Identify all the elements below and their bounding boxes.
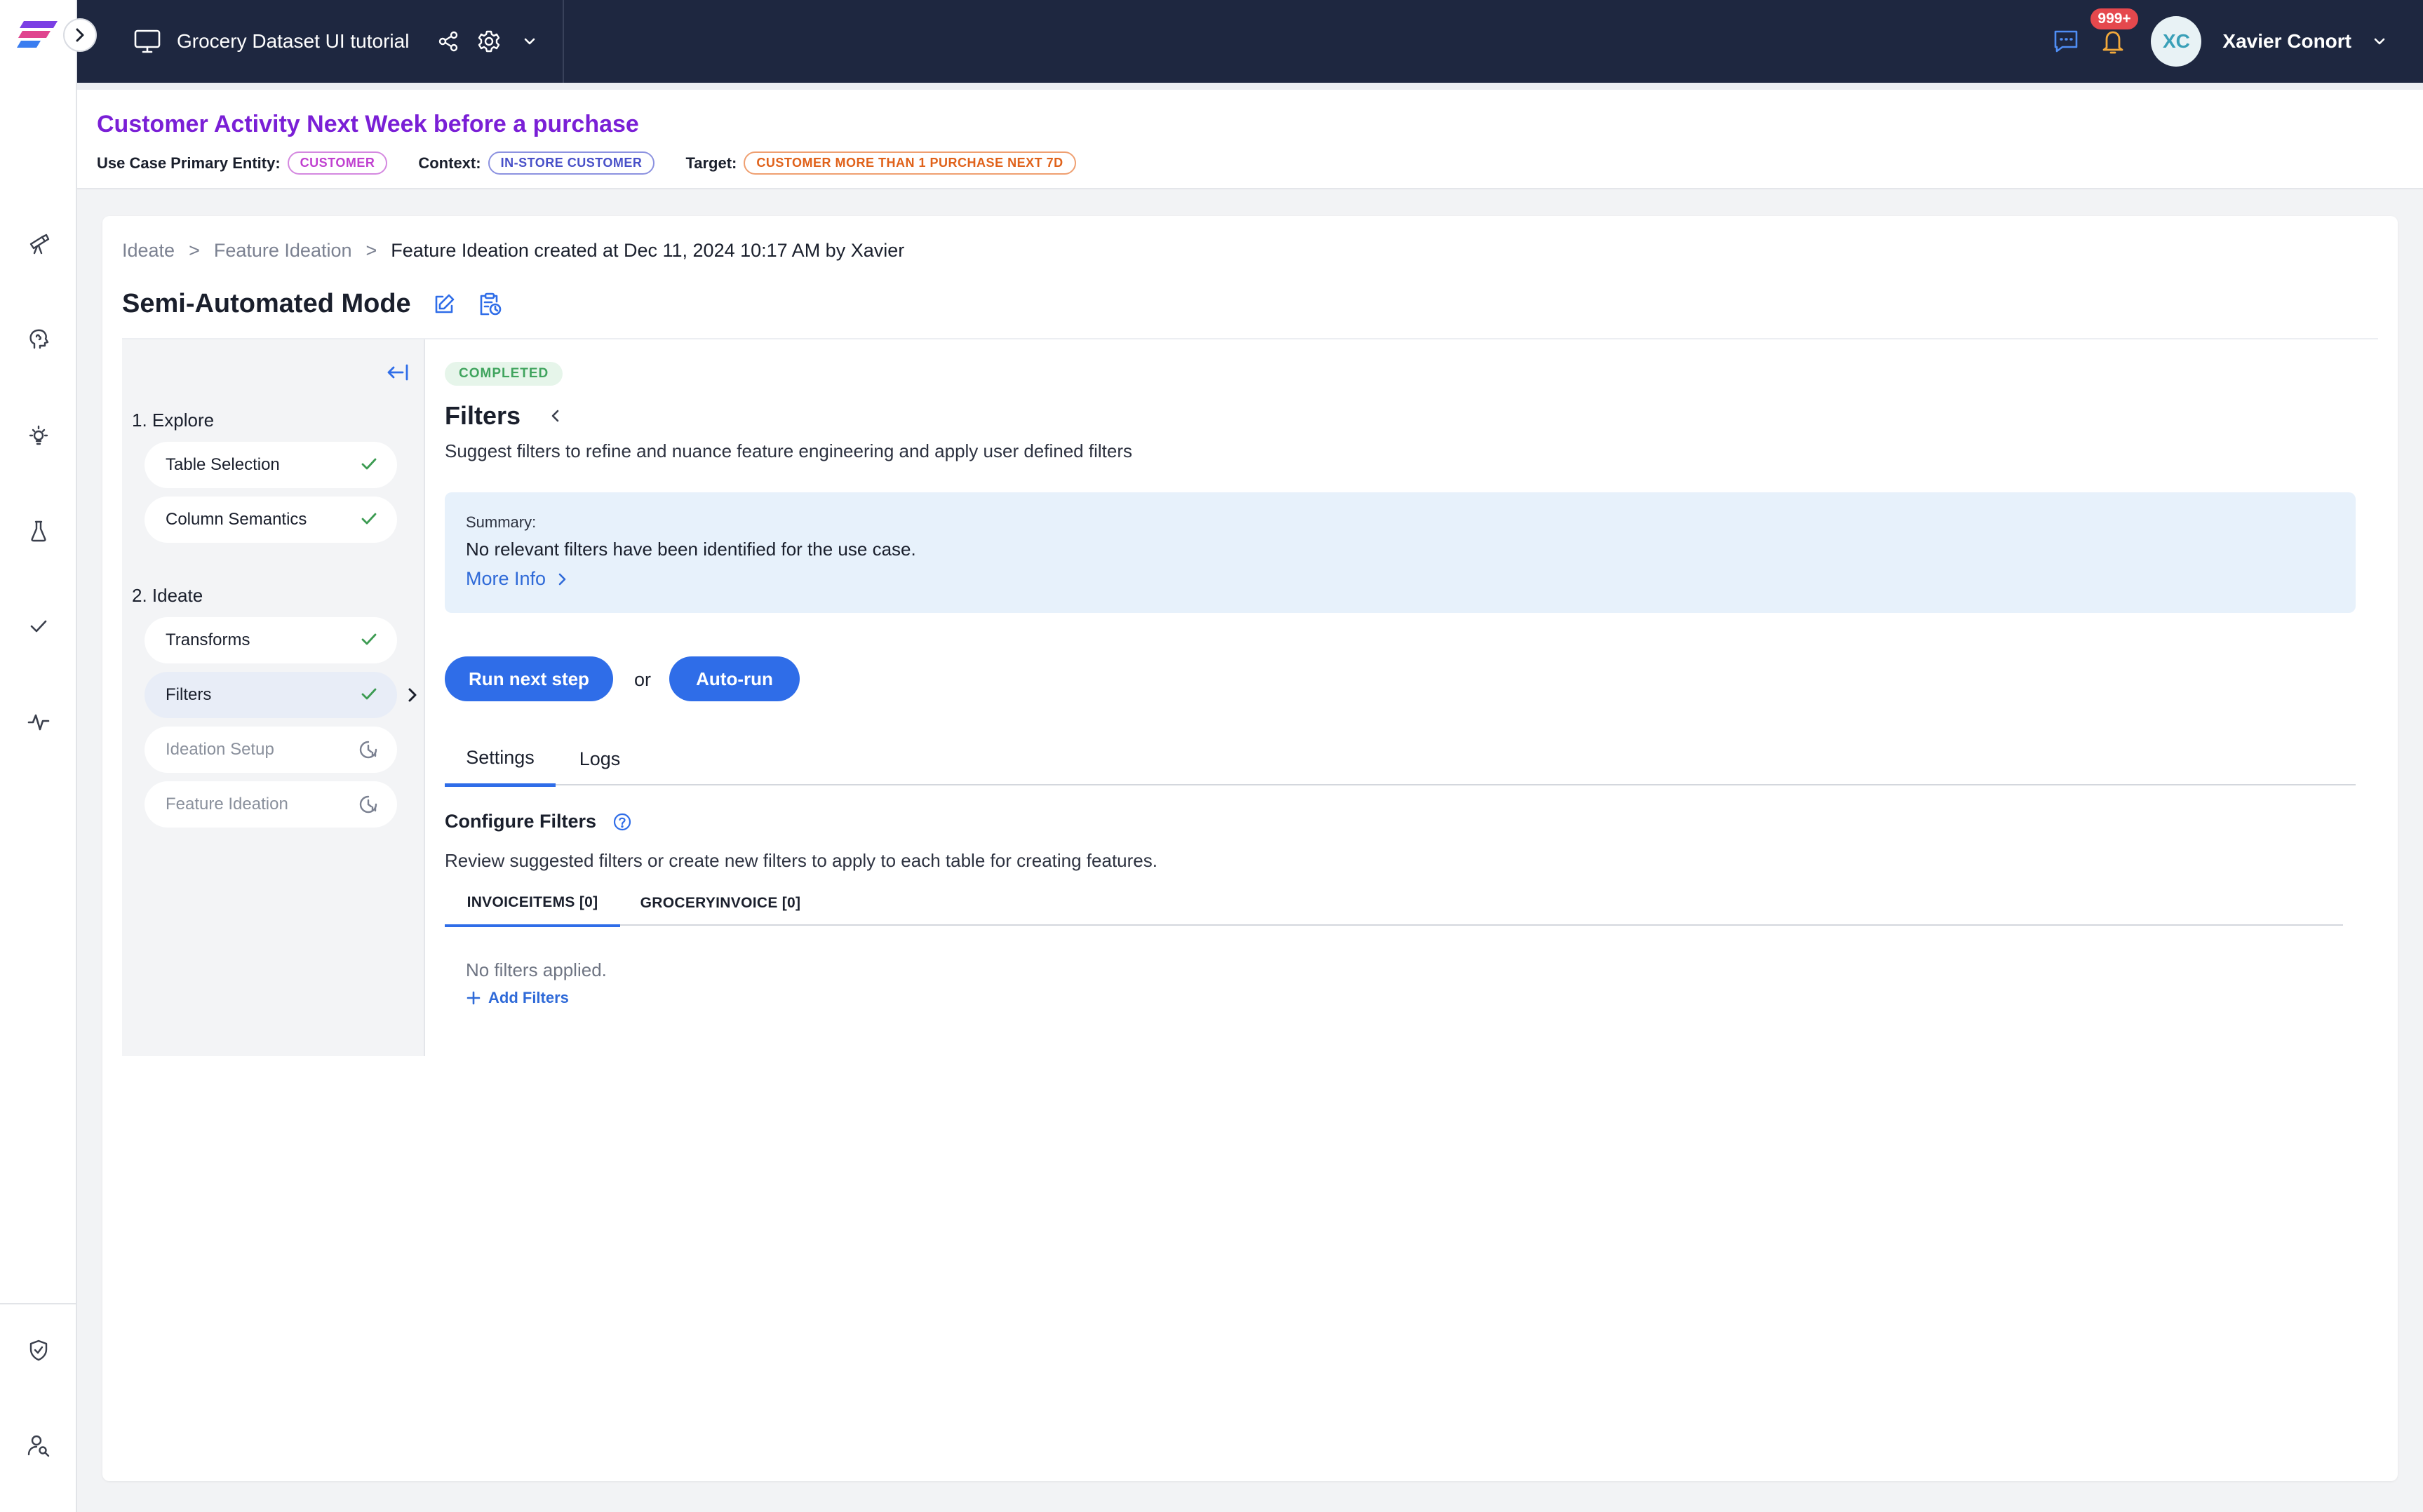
brain-icon[interactable] <box>24 324 53 353</box>
summary-box: Summary: No relevant filters have been i… <box>445 492 2356 613</box>
help-icon[interactable] <box>612 811 633 832</box>
step-filters[interactable]: Filters <box>145 672 397 718</box>
expand-rail-button[interactable] <box>63 18 97 52</box>
use-case-title[interactable]: Customer Activity Next Week before a pur… <box>97 111 639 138</box>
chevron-right-icon <box>405 686 420 708</box>
step-table-selection[interactable]: Table Selection <box>145 442 397 488</box>
breadcrumb-separator: > <box>365 240 377 261</box>
tab-settings[interactable]: Settings <box>445 732 556 787</box>
step-ideation-setup[interactable]: Ideation Setup <box>145 727 397 773</box>
breadcrumb: Ideate > Feature Ideation > Feature Idea… <box>122 240 904 262</box>
breadcrumb-separator: > <box>189 240 200 261</box>
pending-clock-icon <box>358 739 379 765</box>
notification-count-badge: 999+ <box>2089 7 2140 31</box>
context-label: Context: <box>418 154 481 172</box>
configure-filters-title: Configure Filters <box>445 811 633 832</box>
summary-text: No relevant filters have been identified… <box>466 539 916 560</box>
more-info-label: More Info <box>466 568 546 589</box>
gear-icon[interactable] <box>475 27 503 55</box>
plus-icon <box>466 990 488 1006</box>
or-text: or <box>634 669 652 690</box>
chevron-down-icon[interactable] <box>516 27 544 55</box>
collapse-panel-icon[interactable] <box>386 362 410 386</box>
step-transforms[interactable]: Transforms <box>145 617 397 663</box>
share-icon[interactable] <box>434 27 462 55</box>
rail-divider <box>0 1303 77 1304</box>
tab-logs[interactable]: Logs <box>556 732 644 785</box>
tab-bar: Settings Logs <box>445 732 2356 787</box>
step-section-explore: 1. Explore <box>132 410 215 431</box>
check-icon <box>359 509 379 534</box>
chevron-left-icon[interactable] <box>549 407 563 424</box>
target-tag[interactable]: CUSTOMER MORE THAN 1 PURCHASE NEXT 7D <box>744 151 1076 175</box>
edit-icon[interactable] <box>432 292 456 316</box>
page-title: Semi-Automated Mode <box>122 289 502 319</box>
project-title: Grocery Dataset UI tutorial <box>177 30 410 52</box>
step-label: Feature Ideation <box>166 795 288 814</box>
step-label: Ideation Setup <box>166 740 274 759</box>
notifications-button[interactable]: 999+ <box>2089 7 2140 55</box>
filters-content: COMPLETED Filters Suggest filters to ref… <box>445 339 2358 1111</box>
check-icon <box>359 454 379 479</box>
chevron-right-icon <box>546 572 568 587</box>
user-name[interactable]: Xavier Conort <box>2222 30 2351 53</box>
section-description: Suggest filters to refine and nuance fea… <box>445 440 1132 461</box>
checkmark-icon[interactable] <box>24 612 53 641</box>
bell-icon <box>2100 28 2126 55</box>
project-selector[interactable]: Grocery Dataset UI tutorial <box>77 0 564 83</box>
chevron-down-icon[interactable] <box>2371 33 2388 50</box>
top-bar: Grocery Dataset UI tutorial 999+ XC Xavi… <box>77 0 2423 83</box>
user-search-icon[interactable] <box>24 1431 53 1460</box>
auto-run-button[interactable]: Auto-run <box>669 656 800 701</box>
mode-title-text: Semi-Automated Mode <box>122 289 411 318</box>
steps-panel: 1. Explore Table Selection Column Semant… <box>122 339 425 1056</box>
table-tab-bar: INVOICEITEMS [0] GROCERYINVOICE [0] <box>445 881 2343 927</box>
target-label: Target: <box>685 154 737 172</box>
breadcrumb-feature-ideation[interactable]: Feature Ideation <box>214 240 352 262</box>
avatar[interactable]: XC <box>2151 16 2202 67</box>
configure-filters-description: Review suggested filters or create new f… <box>445 850 1157 871</box>
tab-groceryinvoice[interactable]: GROCERYINVOICE [0] <box>620 881 821 926</box>
chat-icon[interactable] <box>2053 29 2079 54</box>
context-tag[interactable]: IN-STORE CUSTOMER <box>488 151 655 175</box>
pulse-icon[interactable] <box>24 707 53 736</box>
use-case-meta: Use Case Primary Entity: CUSTOMER Contex… <box>97 151 1107 175</box>
step-label: Column Semantics <box>166 510 307 529</box>
step-label: Table Selection <box>166 455 280 474</box>
app-logo[interactable] <box>17 15 62 55</box>
more-info-link[interactable]: More Info <box>466 568 568 590</box>
tab-invoiceitems[interactable]: INVOICEITEMS [0] <box>445 881 620 927</box>
step-feature-ideation[interactable]: Feature Ideation <box>145 781 397 828</box>
run-next-step-button[interactable]: Run next step <box>445 656 613 701</box>
shield-icon[interactable] <box>24 1335 53 1365</box>
primary-entity-label: Use Case Primary Entity: <box>97 154 281 172</box>
section-title: Filters <box>445 401 563 431</box>
status-badge: COMPLETED <box>445 362 563 386</box>
left-rail <box>0 0 97 1512</box>
use-case-header: Customer Activity Next Week before a pur… <box>77 83 2423 189</box>
clipboard-clock-icon[interactable] <box>477 292 502 317</box>
monitor-icon <box>133 29 161 54</box>
check-icon <box>359 630 379 654</box>
pending-clock-icon <box>358 794 379 820</box>
telescope-icon[interactable] <box>24 229 53 258</box>
add-filters-label: Add Filters <box>488 989 569 1006</box>
lightbulb-icon[interactable] <box>24 421 53 450</box>
configure-filters-label: Configure Filters <box>445 811 597 832</box>
flask-icon[interactable] <box>24 516 53 546</box>
add-filters-button[interactable]: Add Filters <box>466 989 569 1007</box>
step-label: Transforms <box>166 630 250 649</box>
summary-label: Summary: <box>466 513 537 531</box>
breadcrumb-current: Feature Ideation created at Dec 11, 2024… <box>391 240 905 261</box>
breadcrumb-ideate[interactable]: Ideate <box>122 240 175 262</box>
section-title-text: Filters <box>445 401 521 430</box>
step-label: Filters <box>166 685 212 704</box>
primary-entity-tag[interactable]: CUSTOMER <box>287 151 388 175</box>
check-icon <box>359 684 379 709</box>
main-card: Ideate > Feature Ideation > Feature Idea… <box>102 216 2398 1481</box>
no-filters-message: No filters applied. <box>466 959 607 980</box>
step-section-ideate: 2. Ideate <box>132 585 203 606</box>
step-column-semantics[interactable]: Column Semantics <box>145 497 397 543</box>
